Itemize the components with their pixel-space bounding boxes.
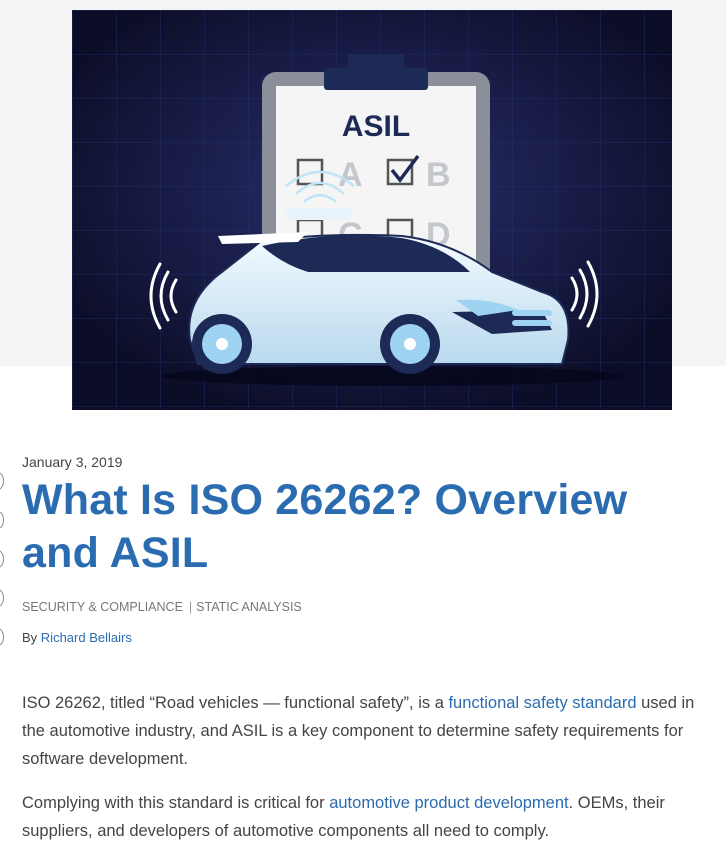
hero-image: ASIL A B C D	[72, 10, 672, 410]
post-date: January 3, 2019	[22, 454, 123, 470]
byline-prefix: By	[22, 630, 38, 645]
byline: By Richard Bellairs	[22, 630, 132, 645]
hero-illustration: ASIL A B C D	[72, 10, 672, 410]
article-title: What Is ISO 26262? Overview and ASIL	[22, 476, 628, 577]
side-dot	[0, 589, 4, 607]
automotive-development-link[interactable]: automotive product development	[329, 794, 568, 812]
side-dot	[0, 511, 4, 529]
side-decoration	[0, 472, 4, 667]
author-link[interactable]: Richard Bellairs	[41, 630, 132, 645]
side-dot	[0, 550, 4, 568]
intro-text-start: ISO 26262, titled “Road vehicles — funct…	[22, 694, 449, 712]
option-b-label: B	[426, 156, 451, 194]
clipboard-title: ASIL	[342, 110, 410, 143]
category-list: SECURITY & COMPLIANCE | STATIC ANALYSIS	[22, 600, 302, 614]
side-dot	[0, 628, 4, 646]
intro-paragraph: ISO 26262, titled “Road vehicles — funct…	[22, 689, 712, 773]
compliance-text-start: Complying with this standard is critical…	[22, 794, 330, 812]
category-link-static-analysis[interactable]: STATIC ANALYSIS	[196, 600, 302, 614]
side-dot	[0, 472, 4, 490]
option-a-label: A	[338, 156, 363, 194]
compliance-paragraph: Complying with this standard is critical…	[22, 789, 712, 845]
category-link-security[interactable]: SECURITY & COMPLIANCE	[22, 600, 183, 614]
category-separator: |	[188, 600, 193, 614]
functional-safety-link[interactable]: functional safety standard	[448, 694, 636, 712]
